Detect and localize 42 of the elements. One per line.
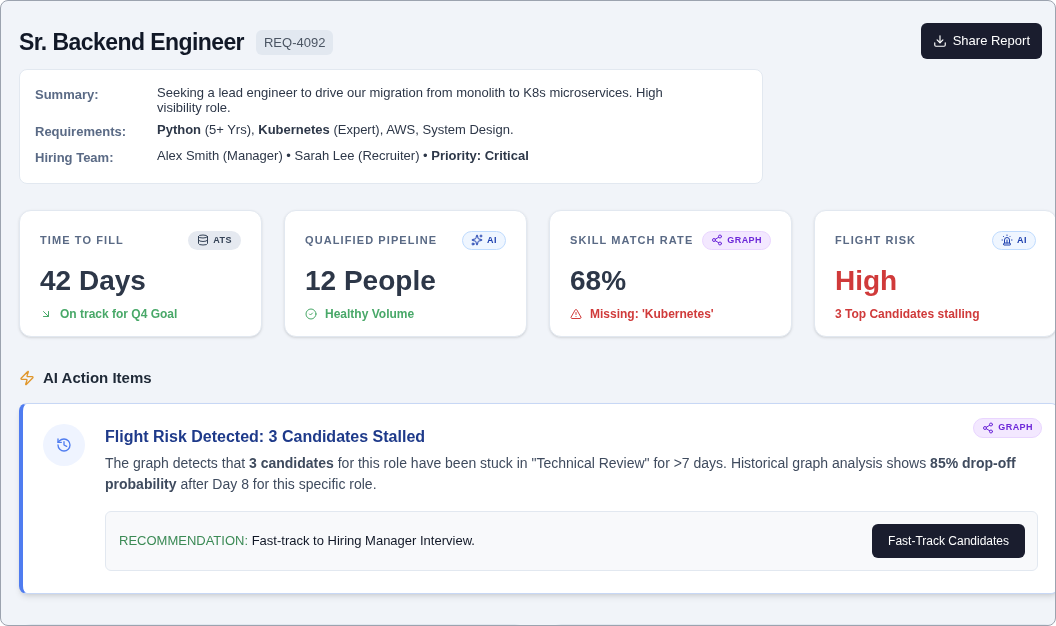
source-badge: AI xyxy=(462,230,506,250)
metric-value: 68% xyxy=(570,264,628,298)
action-title: Flight Risk Detected: 3 Candidates Stalled xyxy=(105,427,426,447)
metric-note: Healthy Volume xyxy=(305,305,506,323)
share-report-button[interactable]: Share Report xyxy=(920,23,1042,59)
source-badge: AI xyxy=(992,230,1036,250)
source-badge: ATS xyxy=(188,230,241,250)
metric-value: High xyxy=(835,264,899,298)
metric-label: QUALIFIED PIPELINE xyxy=(305,233,438,248)
download-icon xyxy=(932,33,947,48)
detail-label: Summary: xyxy=(35,85,100,104)
detail-label: Requirements: xyxy=(35,122,128,141)
source-badge: GRAPH xyxy=(702,230,771,250)
database-icon xyxy=(197,234,210,247)
fast-track-button[interactable]: Fast-Track Candidates xyxy=(872,524,1025,558)
detail-label: Hiring Team: xyxy=(35,149,115,167)
source-badge: GRAPH xyxy=(973,418,1042,438)
arrow-down-right-icon xyxy=(40,308,52,320)
lightning-icon xyxy=(19,369,35,386)
recommendation-text: RECOMMENDATION: Fast-track to Hiring Manager Interview. xyxy=(119,532,475,551)
share-nodes-icon xyxy=(982,421,995,434)
detail-value: Alex Smith (Manager) • Sarah Lee (Recruiter) • Priority: Critical xyxy=(157,148,529,165)
metric-label: SKILL MATCH RATE xyxy=(570,233,694,248)
page-title: Sr. Backend Engineer xyxy=(19,28,244,57)
metric-label: FLIGHT RISK xyxy=(835,233,917,248)
history-icon xyxy=(56,437,72,453)
warning-icon xyxy=(570,308,582,320)
requisition-id: REQ-4092 xyxy=(256,29,334,55)
section-heading: AI Action Items xyxy=(43,367,152,388)
sparkle-icon xyxy=(471,234,484,247)
siren-icon xyxy=(1001,234,1014,247)
share-nodes-icon xyxy=(711,234,724,247)
detail-value: Seeking a lead engineer to drive our migration from monolith to K8s microservices. High visibility role. xyxy=(157,84,664,115)
action-description: The graph detects that 3 candidates for this role have been stuck in "Technical Review" for >7 days. Historical graph analysis shows 85% drop-off probability after Day 8 for this specific role. xyxy=(105,454,1017,494)
metric-value: 12 People xyxy=(305,264,437,298)
metric-label: TIME TO FILL xyxy=(40,233,124,248)
metric-value: 42 Days xyxy=(40,264,147,298)
check-circle-icon xyxy=(305,308,317,320)
detail-value: Python (5+ Yrs), Kubernetes (Expert), AWS, System Design. xyxy=(157,121,514,139)
metric-note: Missing: 'Kubernetes' xyxy=(570,305,771,323)
metric-note: On track for Q4 Goal xyxy=(40,305,241,323)
metric-note: 3 Top Candidates stalling xyxy=(835,306,981,323)
